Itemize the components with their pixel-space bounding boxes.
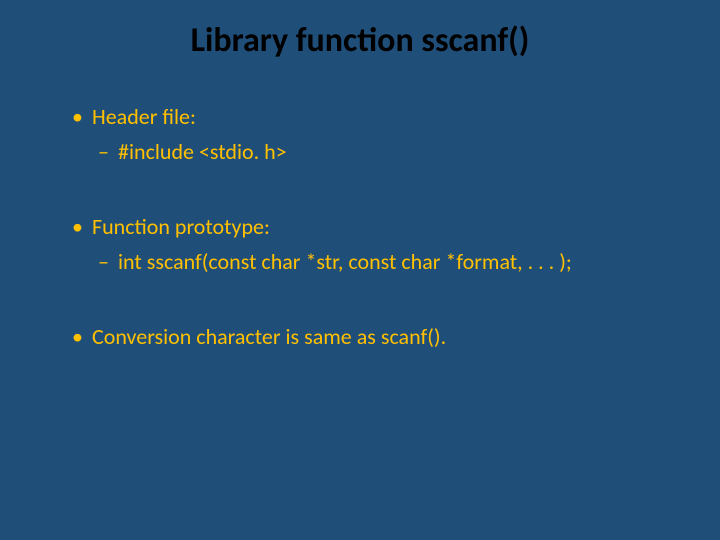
bullet-level-1: Function prototype:: [70, 213, 650, 240]
slide-container: Library function sscanf() Header file: #…: [0, 0, 720, 540]
bullet-group: Header file: #include <stdio. h>: [70, 103, 650, 165]
bullet-level-1: Conversion character is same as scanf().: [70, 323, 650, 350]
bullet-group: Conversion character is same as scanf().: [70, 323, 650, 350]
bullet-group: Function prototype: int sscanf(const cha…: [70, 213, 650, 275]
bullet-level-1: Header file:: [70, 103, 650, 130]
slide-title: Library function sscanf(): [0, 20, 720, 61]
slide-content: Header file: #include <stdio. h> Functio…: [0, 103, 720, 350]
bullet-level-2: #include <stdio. h>: [70, 138, 650, 165]
bullet-level-2: int sscanf(const char *str, const char *…: [70, 248, 650, 275]
